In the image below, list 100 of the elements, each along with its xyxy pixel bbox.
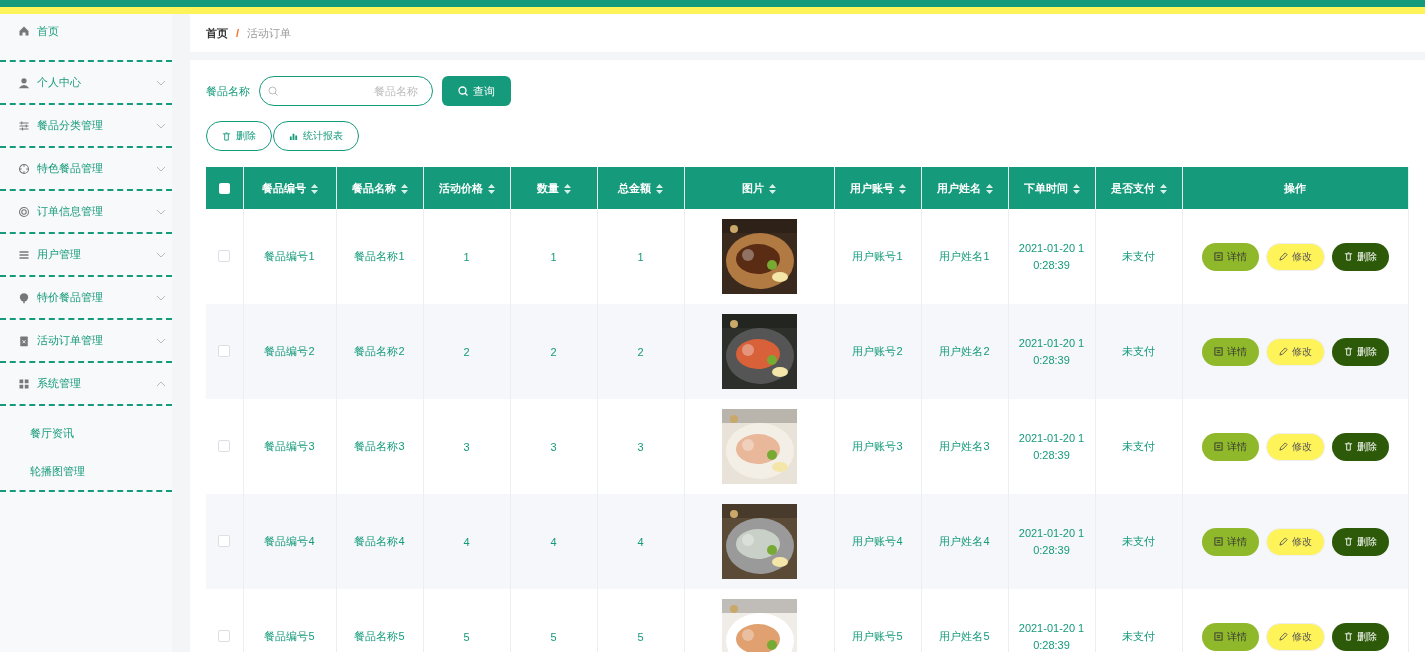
delete-button[interactable]: 删除 bbox=[1331, 337, 1389, 366]
menu-icon bbox=[18, 377, 30, 390]
bar-chart-icon bbox=[289, 131, 298, 141]
sidebar-item[interactable]: 特价餐品管理 bbox=[0, 277, 172, 320]
table-cell-text: 2021-01-20 10:28:39 bbox=[1017, 430, 1086, 463]
table-cell: 用户姓名2 bbox=[939, 345, 990, 357]
sort-icon[interactable] bbox=[898, 183, 906, 194]
menu-icon bbox=[18, 205, 30, 218]
menu-icon bbox=[18, 291, 30, 304]
document-icon bbox=[1213, 252, 1223, 261]
sidebar-item[interactable]: 订单信息管理 bbox=[0, 191, 172, 234]
trash-icon bbox=[1343, 442, 1353, 451]
pencil-icon bbox=[1278, 632, 1288, 641]
detail-button[interactable]: 详情 bbox=[1201, 337, 1259, 366]
table-cell: 未支付 bbox=[1122, 630, 1155, 642]
sidebar-item[interactable]: 特色餐品管理 bbox=[0, 148, 172, 191]
table-cell: 3 bbox=[637, 440, 644, 453]
sort-icon[interactable] bbox=[656, 183, 663, 194]
column-header: 用户账号 bbox=[849, 181, 894, 194]
sidebar-item[interactable]: 活动订单管理 bbox=[0, 320, 172, 363]
row-checkbox[interactable] bbox=[218, 249, 231, 262]
edit-button[interactable]: 修改 bbox=[1265, 242, 1325, 271]
sidebar-item[interactable]: 用户管理 bbox=[0, 234, 172, 277]
document-icon bbox=[1213, 632, 1223, 641]
delete-button[interactable]: 删除 bbox=[206, 121, 272, 151]
search-field[interactable]: 餐品名称 bbox=[259, 76, 433, 106]
sort-icon[interactable] bbox=[487, 183, 495, 194]
menu-icon bbox=[18, 334, 30, 347]
sort-icon[interactable] bbox=[985, 183, 993, 194]
detail-button[interactable]: 详情 bbox=[1201, 622, 1259, 651]
sort-icon[interactable] bbox=[310, 183, 318, 194]
detail-button[interactable]: 详情 bbox=[1201, 242, 1259, 271]
edit-button[interactable]: 修改 bbox=[1265, 622, 1325, 651]
row-checkbox[interactable] bbox=[218, 344, 231, 357]
pencil-icon bbox=[1278, 442, 1288, 451]
column-header: 餐品编号 bbox=[261, 181, 306, 194]
table-cell: 4 bbox=[463, 535, 470, 548]
table-cell: 餐品名称5 bbox=[354, 630, 405, 642]
table-cell: 用户姓名4 bbox=[939, 535, 990, 547]
table-cell: 5 bbox=[463, 630, 470, 643]
table-cell-text: 2021-01-20 10:28:39 bbox=[1017, 620, 1086, 652]
menu-icon bbox=[18, 76, 30, 89]
column-header: 是否支付 bbox=[1110, 181, 1155, 194]
document-icon bbox=[1213, 537, 1223, 546]
row-checkbox[interactable] bbox=[218, 534, 231, 547]
table-cell: 用户姓名1 bbox=[939, 250, 990, 262]
report-button[interactable]: 统计报表 bbox=[273, 121, 359, 151]
delete-button[interactable]: 删除 bbox=[1331, 622, 1389, 651]
column-header: 下单时间 bbox=[1023, 181, 1068, 194]
table-cell: 5 bbox=[550, 630, 557, 643]
search-button[interactable]: 查询 bbox=[442, 76, 511, 106]
detail-button[interactable]: 详情 bbox=[1201, 432, 1259, 461]
table-cell: 餐品名称1 bbox=[354, 250, 405, 262]
search-label: 餐品名称 bbox=[206, 83, 250, 99]
sort-icon[interactable] bbox=[1159, 183, 1167, 194]
sidebar-item[interactable]: 首页 bbox=[0, 14, 172, 62]
table-cell: 3 bbox=[550, 440, 557, 453]
table-cell: 4 bbox=[550, 535, 557, 548]
table-cell: 用户账号1 bbox=[852, 250, 903, 262]
sort-icon[interactable] bbox=[563, 183, 571, 194]
submenu-item[interactable]: 餐厅资讯 bbox=[0, 414, 172, 452]
table-cell: 4 bbox=[637, 535, 644, 548]
edit-button[interactable]: 修改 bbox=[1265, 527, 1325, 556]
row-checkbox[interactable] bbox=[218, 439, 231, 452]
edit-button[interactable]: 修改 bbox=[1265, 432, 1325, 461]
table-cell: 未支付 bbox=[1122, 345, 1155, 357]
delete-button[interactable]: 删除 bbox=[1331, 527, 1389, 556]
sidebar-item[interactable]: 餐品分类管理 bbox=[0, 105, 172, 148]
row-checkbox[interactable] bbox=[218, 629, 231, 642]
menu-icon bbox=[18, 248, 30, 261]
detail-button[interactable]: 详情 bbox=[1201, 527, 1259, 556]
pencil-icon bbox=[1278, 252, 1288, 261]
delete-button[interactable]: 删除 bbox=[1331, 432, 1389, 461]
table-cell: 用户账号3 bbox=[852, 440, 903, 452]
sidebar-item[interactable]: 个人中心 bbox=[0, 62, 172, 105]
sort-icon[interactable] bbox=[1072, 183, 1080, 194]
table-cell: 用户账号4 bbox=[852, 535, 903, 547]
column-header: 餐品名称 bbox=[351, 181, 396, 194]
sidebar-item[interactable]: 系统管理 bbox=[0, 363, 172, 406]
table-cell-text: 2021-01-20 10:28:39 bbox=[1017, 335, 1086, 368]
select-all-checkbox[interactable] bbox=[218, 183, 230, 195]
table-cell: 用户姓名3 bbox=[939, 440, 990, 452]
column-header: 总金额 bbox=[618, 181, 651, 194]
table-cell: 餐品编号3 bbox=[264, 440, 315, 452]
sort-icon[interactable] bbox=[769, 183, 776, 194]
table-cell: 1 bbox=[637, 250, 644, 263]
menu-icon bbox=[18, 119, 30, 132]
breadcrumb-item[interactable]: 首页 bbox=[206, 25, 228, 41]
submenu-item[interactable]: 轮播图管理 bbox=[0, 452, 172, 490]
document-icon bbox=[1213, 347, 1223, 356]
table-cell: 2 bbox=[637, 345, 644, 358]
table-cell: 3 bbox=[463, 440, 470, 453]
trash-icon bbox=[222, 131, 231, 141]
edit-button[interactable]: 修改 bbox=[1265, 337, 1325, 366]
table-cell: 餐品编号2 bbox=[264, 345, 315, 357]
delete-button[interactable]: 删除 bbox=[1331, 242, 1389, 271]
table-cell: 2 bbox=[463, 345, 470, 358]
pencil-icon bbox=[1278, 537, 1288, 546]
sort-icon[interactable] bbox=[400, 183, 408, 194]
breadcrumb-separator: / bbox=[236, 27, 240, 39]
